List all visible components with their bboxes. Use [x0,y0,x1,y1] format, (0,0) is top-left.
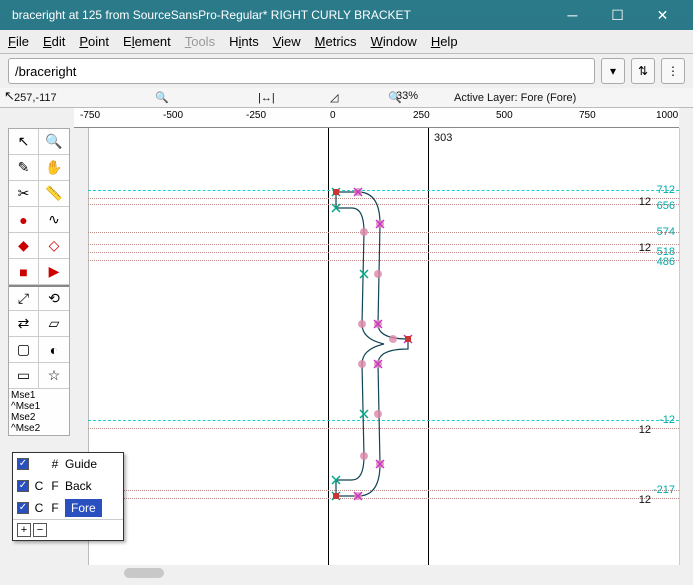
rotate-tool[interactable]: ⟲ [39,287,69,310]
scrollbar-horizontal[interactable] [0,565,679,581]
tool-palette: ↖🔍 ✎✋ ✂📏 ●∿ ◆◇ ■▶ ⤢⟲ ⇄▱ ▢◐ ▭☆ Mse1^Mse1M… [8,128,70,436]
layer-visible-checkbox[interactable]: ✓ [17,458,29,470]
menu-point[interactable]: Point [79,34,109,49]
guide-label: -12 [659,414,675,426]
layers-panel[interactable]: ✓ # Guide ✓ C F Back ✓ C F Fore + − [12,452,124,541]
glyph-menu-button[interactable]: ⋮ [661,58,685,84]
ruler-tick: -750 [80,110,100,121]
glyph-outline[interactable] [328,184,428,494]
ruler-tick: 500 [496,110,513,121]
mouse-status: Mse1^Mse1Mse2^Mse2 [9,389,69,435]
spiro-tool[interactable]: ∿ [39,207,69,232]
ruler-tick: -500 [163,110,183,121]
curve-point-tool[interactable]: ◆ [9,233,39,258]
ruler-tick: 250 [413,110,430,121]
remove-layer-button[interactable]: − [33,523,47,537]
guide-label: -217 [653,484,675,496]
tangent-point-tool[interactable]: ▶ [39,259,69,284]
menu-view[interactable]: View [273,34,301,49]
layer-visible-checkbox[interactable]: ✓ [17,480,29,492]
cursor-coord: 257,-117 [14,92,57,104]
info-bar: ↖ 257,-117 🔍 |↔| ◿ 🔍 33% Active Layer: F… [0,88,693,108]
menu-element[interactable]: Element [123,34,171,49]
angle-icon: ◿ [330,91,338,104]
ruler-tick: 750 [579,110,596,121]
guide-label: 12 [639,494,651,506]
glyph-nav-row: ▾ ⇅ ⋮ [0,54,693,88]
guide-label: 12 [639,242,651,254]
minimize-button[interactable]: ─ [550,1,595,29]
add-layer-button[interactable]: + [17,523,31,537]
ruler-tick: 1000 [656,110,678,121]
glyph-updown-button[interactable]: ⇅ [631,58,655,84]
zoom-value: 33% [396,90,418,102]
magnify-icon: 🔍 [155,91,169,104]
freehand-tool[interactable]: ✎ [9,155,39,180]
glyph-path-input[interactable] [8,58,595,84]
guide-label: 712 [657,184,675,196]
menu-hints[interactable]: Hints [229,34,259,49]
layer-visible-checkbox[interactable]: ✓ [17,502,29,514]
ruler-tool[interactable]: 📏 [39,181,69,206]
width-icon: |↔| [258,92,275,104]
scrollbar-thumb[interactable] [124,568,164,578]
rect-tool[interactable]: ▭ [9,363,39,388]
poly-tool[interactable]: ☆ [39,363,69,388]
layer-row-back[interactable]: ✓ C F Back [13,475,123,497]
layer-row-fore[interactable]: ✓ C F Fore [13,497,123,519]
guide-label: 12 [639,424,651,436]
scale-tool[interactable]: ⤢ [9,287,39,310]
hv-curve-tool[interactable]: ◇ [39,233,69,258]
menu-window[interactable]: Window [371,34,417,49]
ruler-horizontal: -750 -500 -250 0 250 500 750 1000 [74,108,679,128]
hand-tool[interactable]: ✋ [39,155,69,180]
glyph-history-dropdown[interactable]: ▾ [601,58,625,84]
corner-point-tool[interactable]: ■ [9,259,39,284]
flip-tool[interactable]: ⇄ [9,311,39,336]
menu-metrics[interactable]: Metrics [315,34,357,49]
pen-tool[interactable]: ● [9,207,39,232]
ruler-tick: -250 [246,110,266,121]
menu-edit[interactable]: Edit [43,34,65,49]
maximize-button[interactable]: ☐ [595,1,640,29]
titlebar: braceright at 125 from SourceSansPro-Reg… [0,0,693,30]
glyph-canvas[interactable]: 303 712 12 656 574 12 518 486 -12 12 -21… [88,128,679,565]
menubar: File Edit Point Element Tools Hints View… [0,30,693,54]
menu-tools: Tools [185,34,215,49]
ruler-tick: 0 [330,110,336,121]
knife-tool[interactable]: ✂ [9,181,39,206]
rotate3d-tool[interactable]: ◐ [39,337,69,362]
menu-help[interactable]: Help [431,34,458,49]
guide-label: 12 [639,196,651,208]
guide-label: 486 [657,256,675,268]
active-layer: Active Layer: Fore (Fore) [454,92,576,104]
guide-label: 574 [657,226,675,238]
layer-row-guide[interactable]: ✓ # Guide [13,453,123,475]
guide-label: 656 [657,200,675,212]
window-title: braceright at 125 from SourceSansPro-Reg… [8,8,550,22]
close-button[interactable]: ✕ [640,1,685,29]
menu-file[interactable]: File [8,34,29,49]
pointer-tool[interactable]: ↖ [9,129,39,154]
scrollbar-vertical[interactable] [679,128,693,565]
advance-vline [428,128,429,565]
perspective-tool[interactable]: ▢ [9,337,39,362]
zoom-tool[interactable]: 🔍 [39,129,69,154]
skew-tool[interactable]: ▱ [39,311,69,336]
advance-width-label: 303 [434,132,452,144]
